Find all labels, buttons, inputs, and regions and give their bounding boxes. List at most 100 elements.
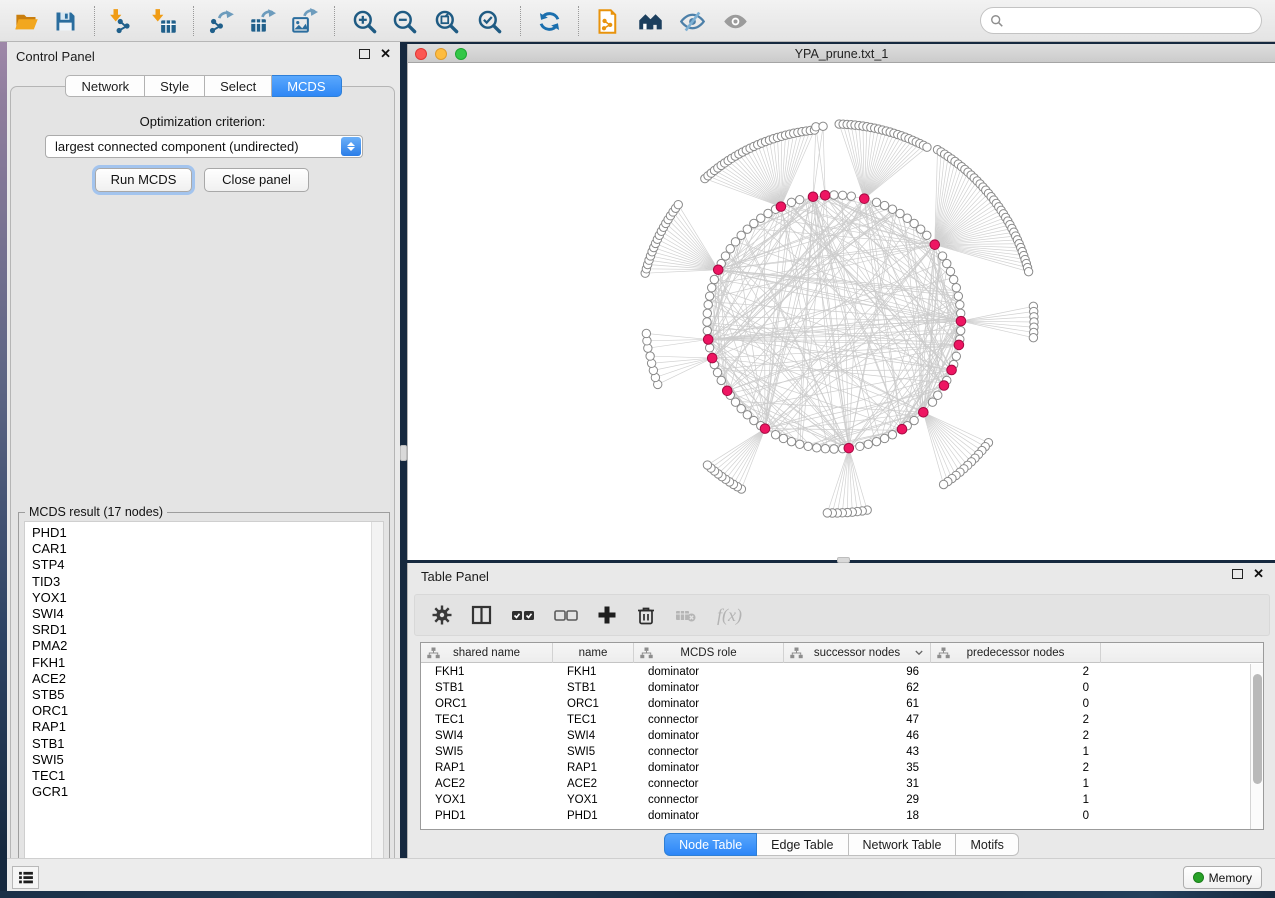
table-tab-motifs[interactable]: Motifs: [956, 833, 1018, 856]
table-cell[interactable]: ACE2: [421, 776, 553, 792]
mcds-result-item[interactable]: RAP1: [32, 719, 383, 735]
mcds-result-item[interactable]: SRD1: [32, 622, 383, 638]
close-panel-icon[interactable]: ✕: [380, 49, 391, 59]
mcds-result-item[interactable]: PMA2: [32, 638, 383, 654]
table-tab-edge-table[interactable]: Edge Table: [757, 833, 848, 856]
mcds-result-item[interactable]: PHD1: [32, 525, 383, 541]
table-cell[interactable]: dominator: [634, 808, 784, 824]
table-cell[interactable]: FKH1: [421, 664, 553, 680]
table-tab-network-table[interactable]: Network Table: [849, 833, 957, 856]
mcds-result-item[interactable]: TID3: [32, 574, 383, 590]
table-cell[interactable]: 47: [784, 712, 931, 728]
export-image-button[interactable]: [286, 3, 322, 39]
table-row[interactable]: SWI4SWI4dominator462: [421, 728, 1250, 744]
table-cell[interactable]: SWI5: [421, 744, 553, 760]
save-session-button[interactable]: [47, 3, 83, 39]
delete-columns-button[interactable]: [635, 604, 657, 626]
search-input[interactable]: [1004, 11, 1261, 31]
table-cell[interactable]: 1: [931, 744, 1101, 760]
control-tab-select[interactable]: Select: [205, 75, 272, 97]
table-cell[interactable]: 2: [931, 728, 1101, 744]
network-canvas[interactable]: [408, 63, 1275, 560]
table-row[interactable]: ORC1ORC1dominator610: [421, 696, 1250, 712]
mcds-result-item[interactable]: GCR1: [32, 784, 383, 800]
table-cell[interactable]: 31: [784, 776, 931, 792]
table-cell[interactable]: connector: [634, 776, 784, 792]
mcds-list-scrollbar[interactable]: [371, 522, 383, 877]
column-header-name[interactable]: name: [553, 643, 634, 663]
table-cell[interactable]: 35: [784, 760, 931, 776]
table-cell[interactable]: ORC1: [421, 696, 553, 712]
control-tab-network[interactable]: Network: [65, 75, 145, 97]
mcds-result-item[interactable]: TEC1: [32, 768, 383, 784]
panel-menu-button[interactable]: [12, 866, 39, 889]
table-options-gear-button[interactable]: [431, 604, 453, 626]
table-row[interactable]: RAP1RAP1dominator352: [421, 760, 1250, 776]
table-cell[interactable]: connector: [634, 792, 784, 808]
run-mcds-button[interactable]: Run MCDS: [95, 168, 192, 192]
deselect-all-button[interactable]: [553, 604, 579, 626]
mcds-result-item[interactable]: SWI4: [32, 606, 383, 622]
table-cell[interactable]: 18: [784, 808, 931, 824]
table-cell[interactable]: 62: [784, 680, 931, 696]
table-cell[interactable]: YOX1: [421, 792, 553, 808]
table-cell[interactable]: FKH1: [553, 664, 634, 680]
select-all-button[interactable]: [510, 604, 536, 626]
table-cell[interactable]: SWI4: [421, 728, 553, 744]
table-cell[interactable]: 61: [784, 696, 931, 712]
table-cell[interactable]: YOX1: [553, 792, 634, 808]
table-cell[interactable]: 0: [931, 696, 1101, 712]
table-cell[interactable]: ORC1: [553, 696, 634, 712]
table-cell[interactable]: ACE2: [553, 776, 634, 792]
close-table-panel-icon[interactable]: ✕: [1253, 569, 1264, 579]
table-cell[interactable]: dominator: [634, 728, 784, 744]
import-table-button[interactable]: [146, 3, 182, 39]
table-cell[interactable]: TEC1: [421, 712, 553, 728]
table-cell[interactable]: dominator: [634, 680, 784, 696]
table-row[interactable]: TEC1TEC1connector472: [421, 712, 1250, 728]
mcds-result-item[interactable]: STP4: [32, 557, 383, 573]
mcds-result-item[interactable]: FKH1: [32, 655, 383, 671]
zoom-out-button[interactable]: [386, 3, 422, 39]
table-cell[interactable]: 46: [784, 728, 931, 744]
node-table-body[interactable]: FKH1FKH1dominator962STB1STB1dominator620…: [421, 664, 1250, 829]
mcds-result-item[interactable]: CAR1: [32, 541, 383, 557]
zoom-fit-button[interactable]: [428, 3, 464, 39]
table-cell[interactable]: 2: [931, 712, 1101, 728]
search-field[interactable]: [980, 7, 1262, 34]
table-row[interactable]: PHD1PHD1dominator180: [421, 808, 1250, 824]
column-header-MCDS-role[interactable]: MCDS role: [634, 643, 784, 663]
table-cell[interactable]: RAP1: [421, 760, 553, 776]
table-cell[interactable]: connector: [634, 744, 784, 760]
mcds-result-list[interactable]: PHD1CAR1STP4TID3YOX1SWI4SRD1PMA2FKH1ACE2…: [24, 521, 384, 878]
float-panel-icon[interactable]: [359, 49, 370, 59]
hide-selected-button[interactable]: [674, 3, 710, 39]
table-scrollbar-thumb[interactable]: [1253, 674, 1262, 784]
table-cell[interactable]: connector: [634, 712, 784, 728]
open-session-button[interactable]: [8, 3, 44, 39]
vertical-splitter-handle[interactable]: [400, 445, 407, 461]
table-cell[interactable]: dominator: [634, 664, 784, 680]
zoom-selected-button[interactable]: [471, 3, 507, 39]
table-cell[interactable]: 1: [931, 776, 1101, 792]
table-cell[interactable]: 29: [784, 792, 931, 808]
mcds-result-item[interactable]: STB1: [32, 736, 383, 752]
table-cell[interactable]: SWI5: [553, 744, 634, 760]
control-tab-style[interactable]: Style: [145, 75, 205, 97]
table-cell[interactable]: 96: [784, 664, 931, 680]
float-table-panel-icon[interactable]: [1232, 569, 1243, 579]
mcds-result-item[interactable]: ACE2: [32, 671, 383, 687]
table-cell[interactable]: 0: [931, 680, 1101, 696]
table-cell[interactable]: RAP1: [553, 760, 634, 776]
column-header-shared-name[interactable]: shared name: [421, 643, 553, 663]
network-window-titlebar[interactable]: YPA_prune.txt_1: [408, 44, 1275, 63]
create-new-column-button[interactable]: [596, 604, 618, 626]
table-row[interactable]: ACE2ACE2connector311: [421, 776, 1250, 792]
table-row[interactable]: STB1STB1dominator620: [421, 680, 1250, 696]
zoom-in-button[interactable]: [346, 3, 382, 39]
export-network-button[interactable]: [203, 3, 239, 39]
mcds-result-item[interactable]: YOX1: [32, 590, 383, 606]
column-header-predecessor-nodes[interactable]: predecessor nodes: [931, 643, 1101, 663]
table-cell[interactable]: STB1: [553, 680, 634, 696]
table-cell[interactable]: TEC1: [553, 712, 634, 728]
